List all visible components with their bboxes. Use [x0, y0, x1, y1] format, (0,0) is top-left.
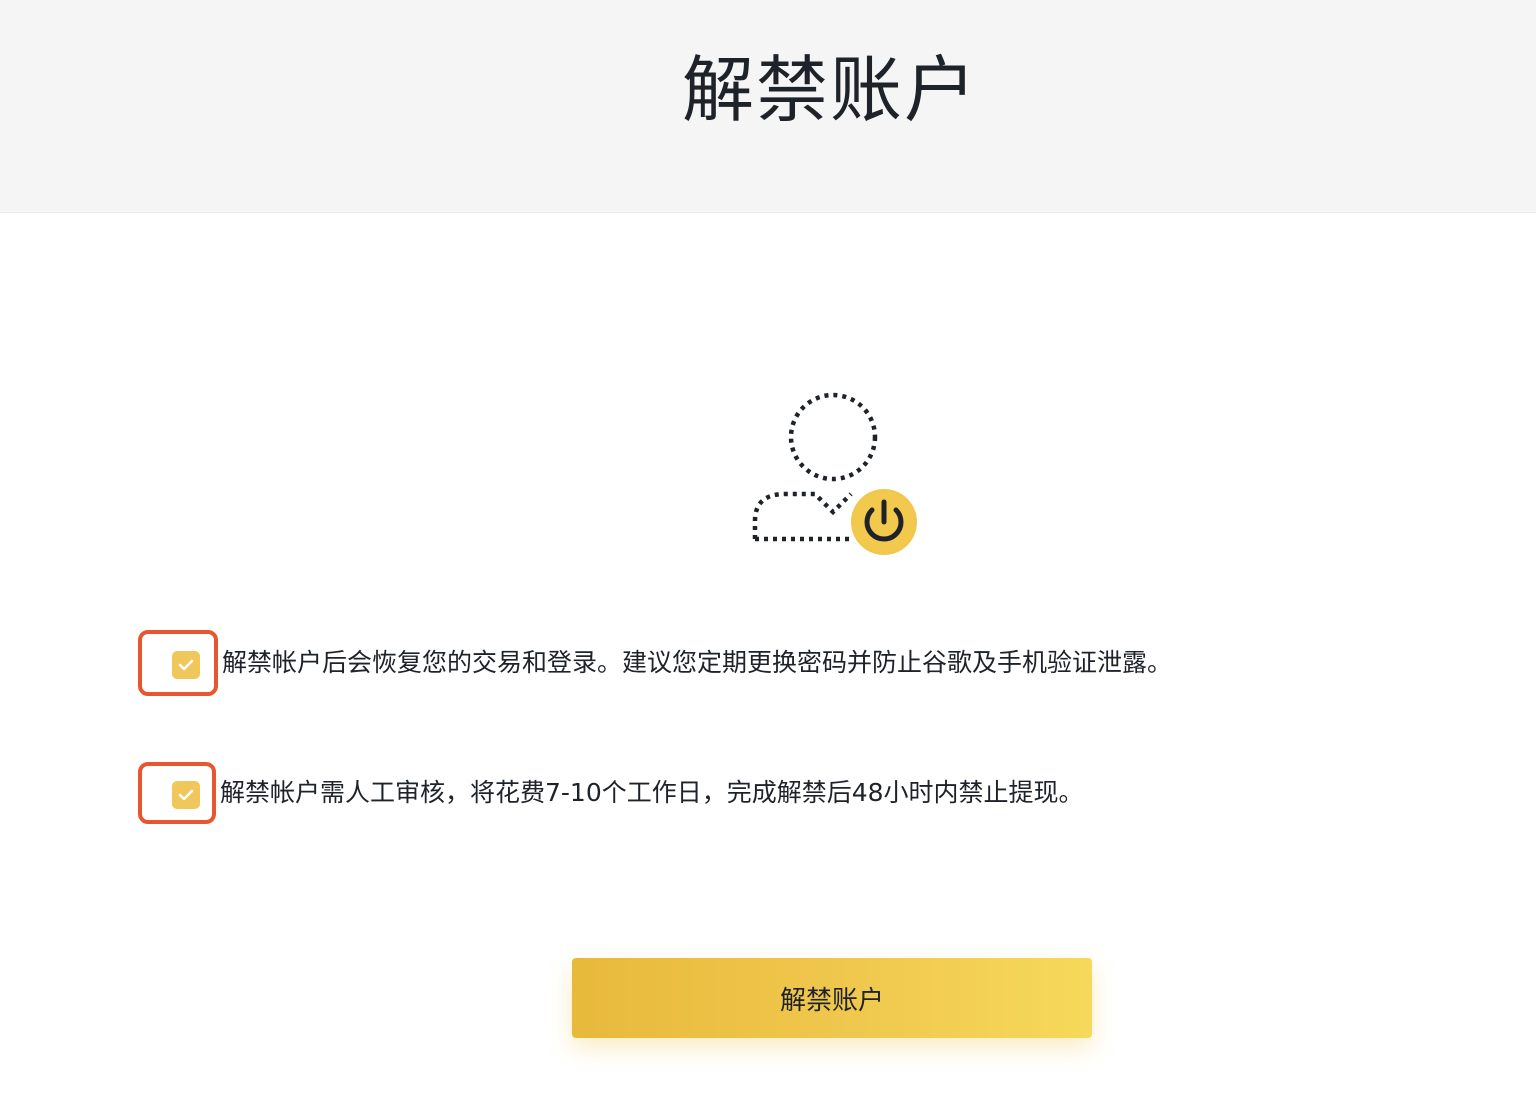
checkbox-checked[interactable]	[172, 651, 200, 679]
user-unlock-icon	[740, 384, 930, 564]
user-body-icon	[752, 491, 853, 539]
agreement-checkbox-1[interactable]	[138, 630, 218, 696]
agreement-row-2: 解禁帐户需人工审核，将花费7-10个工作日，完成解禁后48小时内禁止提现。	[138, 760, 1084, 826]
agreement-text-2: 解禁帐户需人工审核，将花费7-10个工作日，完成解禁后48小时内禁止提现。	[220, 778, 1084, 807]
page-title: 解禁账户	[681, 48, 978, 132]
check-icon	[178, 789, 194, 801]
checkbox-checked[interactable]	[172, 781, 200, 809]
agreement-checkbox-2[interactable]	[138, 762, 216, 824]
check-icon	[178, 659, 194, 671]
unlock-account-button[interactable]: 解禁账户	[572, 958, 1092, 1038]
agreement-text-1: 解禁帐户后会恢复您的交易和登录。建议您定期更换密码并防止谷歌及手机验证泄露。	[222, 648, 1173, 677]
power-icon	[851, 489, 917, 555]
page-header: 解禁账户	[0, 0, 1536, 212]
user-head-icon	[788, 392, 878, 482]
agreement-row-1: 解禁帐户后会恢复您的交易和登录。建议您定期更换密码并防止谷歌及手机验证泄露。	[138, 630, 1172, 696]
